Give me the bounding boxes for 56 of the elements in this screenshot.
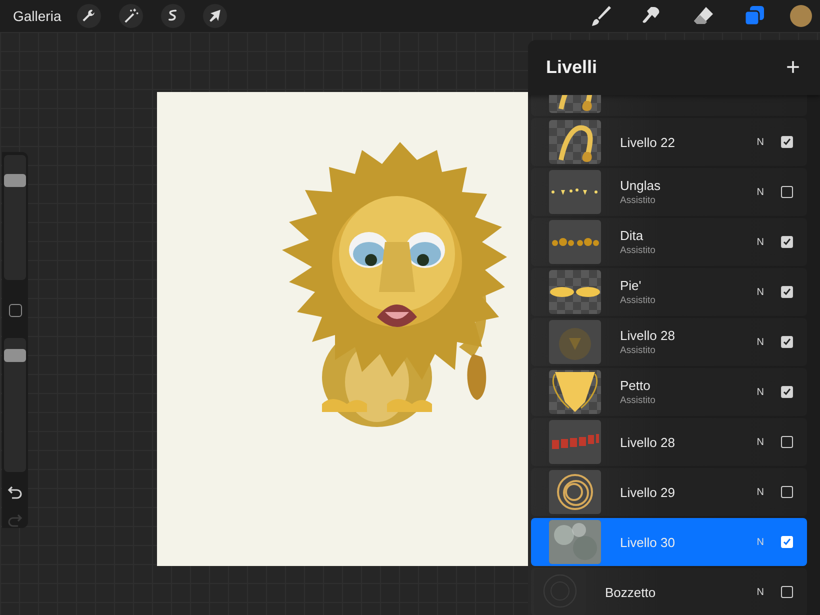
visibility-checkbox[interactable] [781,436,793,448]
layer-subtitle: Assistito [620,295,656,306]
visibility-checkbox[interactable] [781,236,793,248]
layer-name: Dita [620,228,644,243]
layer-name: Pie' [620,278,642,293]
layer-subtitle: Assistito [620,345,656,356]
layer-row[interactable]: Unglas Assistito N [531,168,807,216]
blend-mode-button[interactable]: N [756,286,764,298]
layer-name: Livello 29 [620,484,676,500]
blend-mode-button[interactable]: N [756,486,764,498]
wrench-icon[interactable] [77,4,102,28]
blend-mode-button[interactable]: N [756,186,764,198]
blend-mode-button[interactable]: N [756,586,764,598]
visibility-checkbox[interactable] [781,486,793,498]
layer-row[interactable]: Livello 28 Assistito N [531,318,807,366]
layer-name: Unglas [620,178,662,193]
visibility-checkbox[interactable] [781,386,793,398]
modify-button[interactable] [8,304,22,317]
layer-row[interactable] [531,95,807,116]
visibility-checkbox[interactable] [781,186,793,198]
layer-name: Petto [620,378,652,393]
layer-name: Bozzetto [605,584,657,600]
visibility-checkbox[interactable] [781,286,793,298]
opacity-slider[interactable] [4,338,26,472]
blend-mode-button[interactable]: N [756,236,764,248]
layer-row[interactable]: Pie' Assistito N [531,268,807,316]
layer-name: Livello 28 [620,328,676,343]
panel-title: Livelli [546,57,598,78]
layer-name: Livello 30 [620,534,676,550]
visibility-checkbox[interactable] [781,586,793,598]
blend-mode-button[interactable]: N [756,136,764,148]
visibility-checkbox[interactable] [781,136,793,148]
add-layer-button[interactable]: + [786,56,800,80]
layer-row[interactable]: Livello 22 N [531,118,807,166]
blend-mode-button[interactable]: N [756,436,764,448]
layer-row[interactable]: Petto Assistito N [531,368,807,416]
slider-thumb[interactable] [4,349,26,362]
layer-name: Livello 28 [620,434,676,450]
visibility-checkbox[interactable] [781,336,793,348]
layer-subtitle: Assistito [620,195,656,206]
layer-thumbnail [549,520,601,564]
gallery-button[interactable]: Galleria [6,4,68,28]
layer-row[interactable]: Livello 28 N [531,418,807,466]
blend-mode-button[interactable]: N [756,386,764,398]
layer-row[interactable]: Bozzetto N [531,568,807,615]
color-swatch[interactable] [790,5,812,27]
brush-size-slider[interactable] [4,155,26,280]
layer-subtitle: Assistito [620,245,656,256]
layer-name: Livello 22 [620,134,676,150]
selection-icon[interactable] [161,4,186,28]
blend-mode-button[interactable]: N [756,336,764,348]
wand-icon[interactable] [119,4,144,28]
layer-subtitle: Assistito [620,395,656,406]
layer-row[interactable]: Livello 29 N [531,468,807,516]
layer-row[interactable]: Dita Assistito N [531,218,807,266]
slider-thumb[interactable] [4,174,26,187]
